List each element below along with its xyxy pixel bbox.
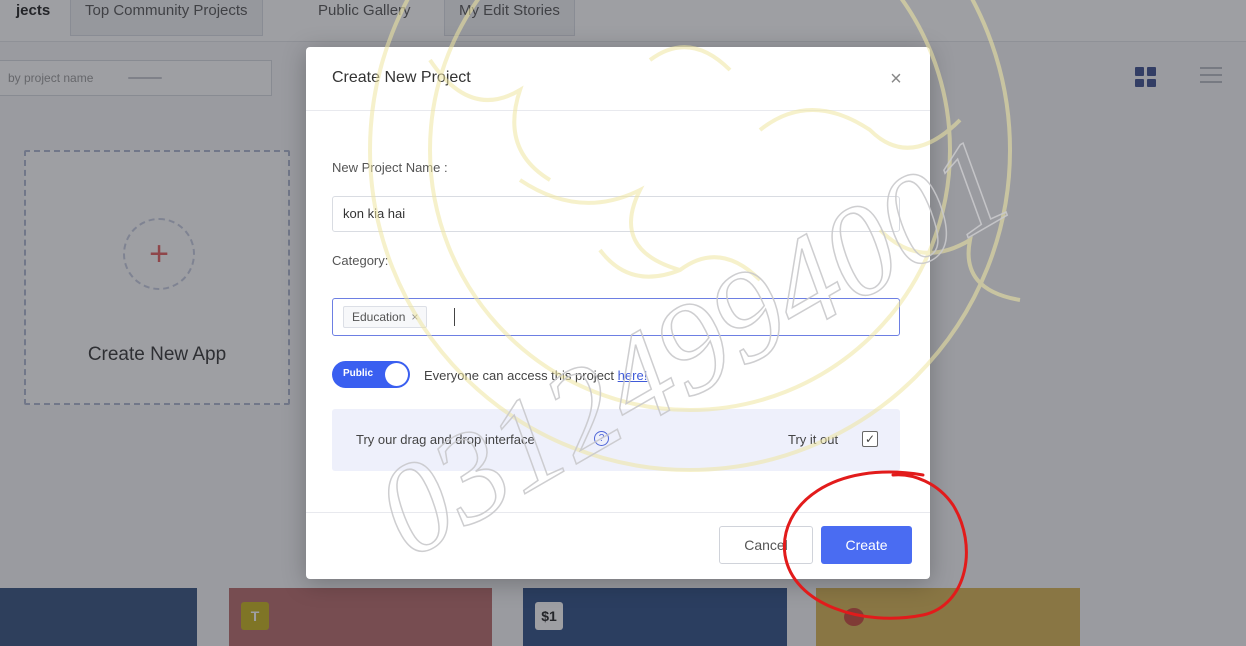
public-toggle[interactable]: Public xyxy=(332,361,410,388)
question-icon[interactable]: ? xyxy=(594,431,609,446)
toggle-description-text: Everyone can access this project xyxy=(424,368,615,383)
dialog-footer-divider xyxy=(306,512,930,513)
close-icon[interactable]: × xyxy=(884,67,908,91)
project-name-input[interactable]: kon kia hai xyxy=(332,196,900,232)
create-button[interactable]: Create xyxy=(821,526,912,564)
drag-drop-panel: Try our drag and drop interface ? Try it… xyxy=(332,409,900,471)
toggle-knob xyxy=(385,363,408,386)
text-caret xyxy=(454,308,455,326)
category-input[interactable]: Education × xyxy=(332,298,900,336)
category-label: Category: xyxy=(332,253,389,268)
category-tag: Education × xyxy=(343,306,428,328)
cancel-button[interactable]: Cancel xyxy=(719,526,813,564)
dialog-title: Create New Project xyxy=(332,69,471,86)
try-it-out-label: Try it out xyxy=(788,432,839,447)
drag-drop-text: Try our drag and drop interface xyxy=(356,432,535,447)
create-project-dialog: Create New Project × New Project Name : … xyxy=(306,47,930,579)
dialog-header: Create New Project × xyxy=(306,47,930,111)
toggle-label: Public xyxy=(343,368,374,379)
try-it-out-checkbox[interactable]: ✓ xyxy=(862,431,878,447)
category-tag-label: Education xyxy=(352,310,406,324)
toggle-description: Everyone can access this project here! xyxy=(424,368,647,383)
here-link[interactable]: here! xyxy=(618,368,648,383)
tag-remove-icon[interactable]: × xyxy=(411,310,418,324)
project-name-label: New Project Name : xyxy=(332,160,448,175)
